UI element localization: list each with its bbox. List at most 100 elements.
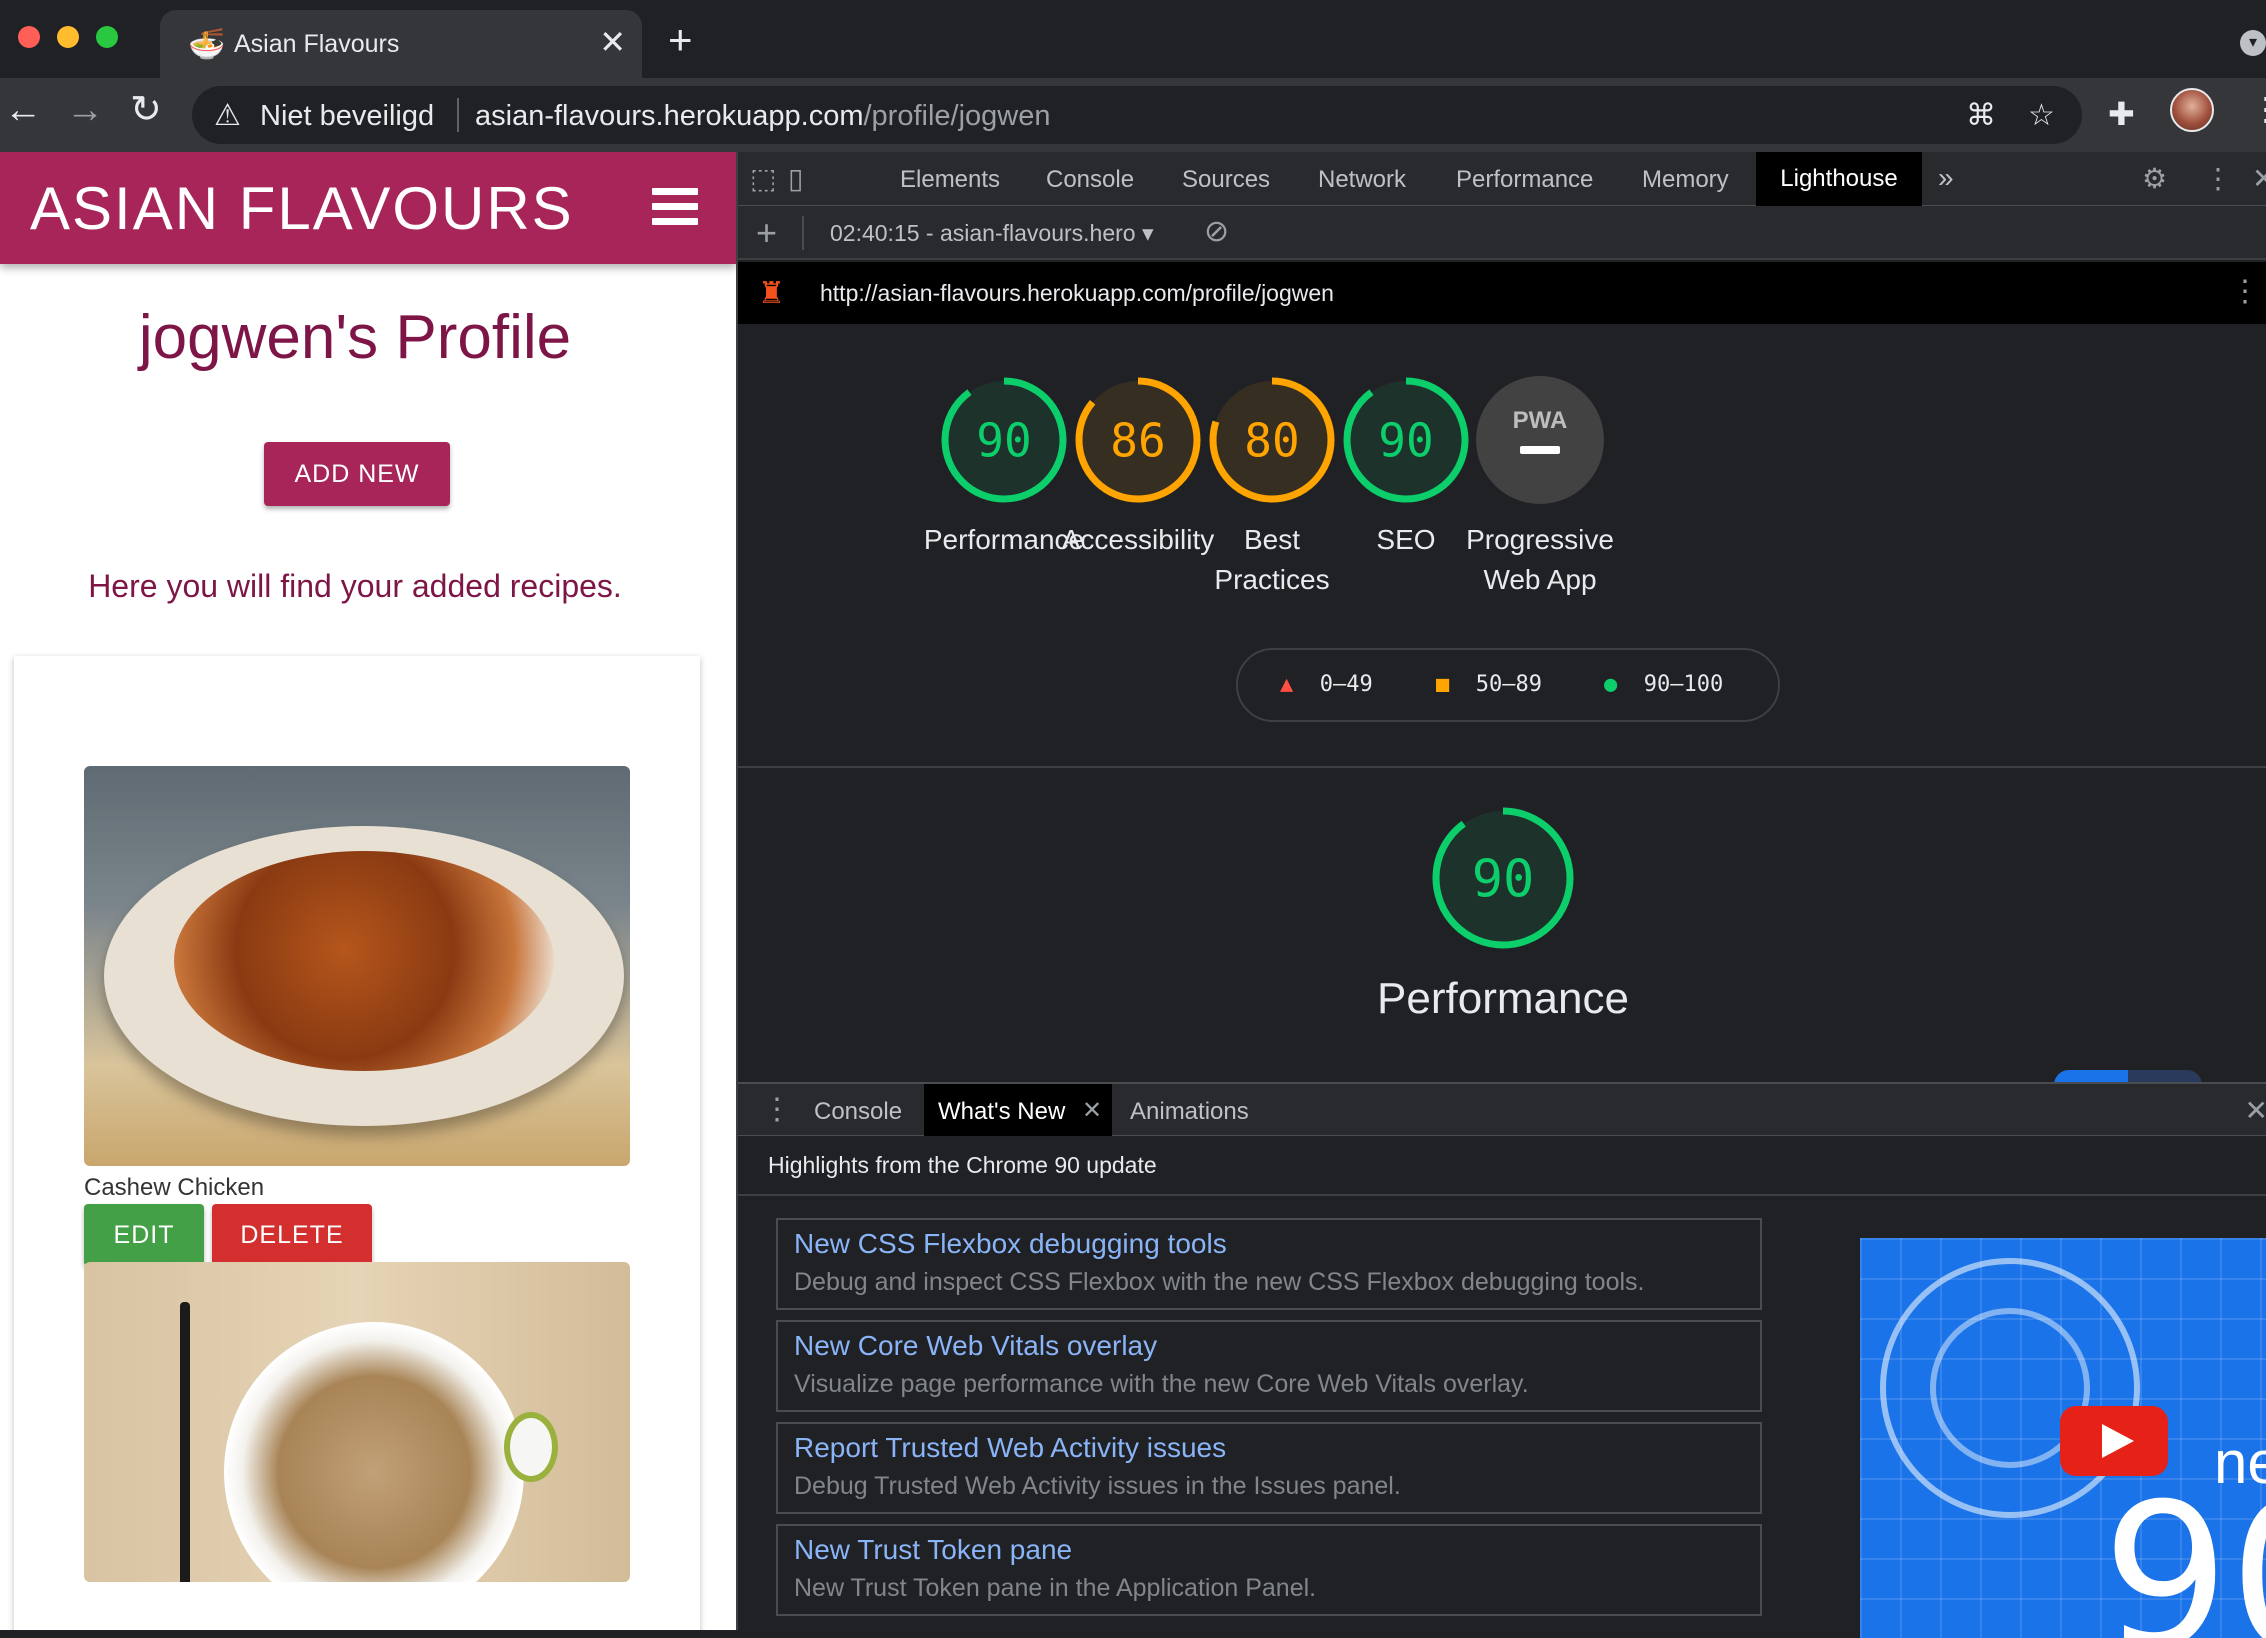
add-new-button[interactable]: ADD NEW bbox=[264, 442, 450, 506]
tab-strip: 🍜 Asian Flavours ✕ + ▾ bbox=[0, 0, 2266, 78]
news-title[interactable]: New Core Web Vitals overlay bbox=[794, 1330, 1157, 1362]
new-tab-button[interactable]: + bbox=[668, 19, 693, 61]
score-gauge[interactable]: PWA Progressive Web App bbox=[1445, 374, 1635, 600]
forward-icon[interactable]: → bbox=[66, 90, 104, 130]
news-item[interactable]: New Trust Token pane New Trust Token pan… bbox=[776, 1524, 1762, 1616]
divider bbox=[738, 766, 2266, 768]
edit-button[interactable]: EDIT bbox=[84, 1204, 204, 1266]
tab-search-icon[interactable]: ▾ bbox=[2240, 30, 2266, 56]
tab-console[interactable]: Console bbox=[1046, 166, 1134, 194]
section-title: Performance bbox=[1377, 974, 1629, 1023]
site-header: ASIAN FLAVOURS bbox=[0, 152, 736, 264]
tab-lighthouse[interactable]: Lighthouse bbox=[1756, 152, 1922, 206]
close-icon[interactable]: ✕ bbox=[1082, 1096, 1102, 1125]
extensions-icon[interactable]: ✚ bbox=[2108, 94, 2135, 134]
reload-icon[interactable]: ↻ bbox=[130, 90, 162, 130]
report-select[interactable]: 02:40:15 - asian-flavours.hero ▾ bbox=[830, 220, 1154, 247]
drawer-tab-console[interactable]: Console bbox=[814, 1098, 902, 1126]
video-version-number: 90 bbox=[2102, 1461, 2266, 1638]
browser-menu-icon[interactable]: ⋮ bbox=[2250, 90, 2266, 128]
devtools-drawer: ⋮ Console What's New ✕ Animations ✕ High… bbox=[738, 1082, 2266, 1638]
news-item[interactable]: New Core Web Vitals overlay Visualize pa… bbox=[776, 1320, 1762, 1412]
divider bbox=[457, 98, 459, 132]
highlights-heading: Highlights from the Chrome 90 update bbox=[768, 1152, 1157, 1178]
lighthouse-url[interactable]: http://asian-flavours.herokuapp.com/prof… bbox=[820, 280, 1334, 307]
gauge-label-line: Practices bbox=[1214, 564, 1330, 595]
news-description: Debug Trusted Web Activity issues in the… bbox=[794, 1472, 1401, 1500]
drawer-tabbar: ⋮ Console What's New ✕ Animations ✕ bbox=[738, 1084, 2266, 1136]
settings-gear-icon[interactable]: ⚙ bbox=[2142, 162, 2167, 195]
news-item[interactable]: Report Trusted Web Activity issues Debug… bbox=[776, 1422, 1762, 1514]
recipe-title: Cashew Chicken bbox=[84, 1174, 265, 1201]
score-gauge-large: 90 bbox=[1432, 807, 1574, 949]
devtools-panel: ⬚ ▯ Elements Console Sources Network Per… bbox=[736, 152, 2266, 1638]
delete-button[interactable]: DELETE bbox=[212, 1204, 372, 1266]
dash-icon bbox=[1520, 446, 1560, 454]
brand-logo[interactable]: ASIAN FLAVOURS bbox=[30, 174, 574, 243]
pwa-badge-text: PWA bbox=[1513, 407, 1568, 434]
new-report-icon[interactable]: + bbox=[756, 212, 777, 254]
gauge-score: 90 bbox=[1378, 414, 1433, 468]
triangle-icon: ▲ bbox=[1280, 672, 1294, 697]
security-status[interactable]: Niet beveiligd bbox=[260, 100, 434, 133]
close-drawer-icon[interactable]: ✕ bbox=[2245, 1094, 2266, 1127]
gauge-score: 90 bbox=[1472, 850, 1535, 910]
gauge-score: 86 bbox=[1110, 414, 1165, 468]
recipe-image[interactable] bbox=[84, 766, 630, 1166]
recipe-list: Cashew Chicken EDIT DELETE bbox=[14, 656, 700, 1630]
avatar[interactable] bbox=[2170, 88, 2214, 132]
warning-icon[interactable]: ⚠ bbox=[214, 98, 241, 133]
news-item[interactable]: New CSS Flexbox debugging tools Debug an… bbox=[776, 1218, 1762, 1310]
gauge-label-line: Web App bbox=[1483, 564, 1597, 595]
news-title[interactable]: Report Trusted Web Activity issues bbox=[794, 1432, 1226, 1464]
bookmark-star-icon[interactable]: ☆ bbox=[2028, 98, 2055, 133]
legend-fail: ▲ 0–49 bbox=[1280, 672, 1373, 697]
legend-average: ■ 50–89 bbox=[1436, 672, 1542, 697]
chrome-90-video[interactable]: ne 90 bbox=[1860, 1238, 2266, 1638]
maximize-window-button[interactable] bbox=[96, 26, 118, 48]
square-icon: ■ bbox=[1436, 672, 1450, 697]
view-toggle[interactable] bbox=[2054, 1070, 2202, 1082]
news-description: Visualize page performance with the new … bbox=[794, 1370, 1529, 1398]
url-text[interactable]: asian-flavours.herokuapp.com/profile/jog… bbox=[475, 100, 1050, 133]
report-menu-icon[interactable]: ⋮ bbox=[2230, 274, 2260, 309]
hamburger-menu-icon[interactable] bbox=[652, 188, 698, 233]
spoon-shape bbox=[504, 1412, 558, 1482]
news-title[interactable]: New CSS Flexbox debugging tools bbox=[794, 1228, 1227, 1260]
toggle-active-segment bbox=[2054, 1070, 2128, 1082]
inspect-element-icon[interactable]: ⬚ bbox=[750, 162, 776, 195]
more-tabs-icon[interactable]: » bbox=[1938, 162, 1954, 194]
pwa-badge-background bbox=[1476, 376, 1604, 504]
devtools-menu-icon[interactable]: ⋮ bbox=[2204, 162, 2232, 195]
back-icon[interactable]: ← bbox=[4, 90, 42, 130]
report-select-value: 02:40:15 - asian-flavours.hero bbox=[830, 220, 1136, 246]
device-toolbar-icon[interactable]: ▯ bbox=[788, 162, 803, 195]
tab-sources[interactable]: Sources bbox=[1182, 166, 1270, 194]
translate-icon[interactable]: ⌘ bbox=[1966, 98, 1996, 133]
drawer-menu-icon[interactable]: ⋮ bbox=[762, 1092, 792, 1127]
address-bar[interactable]: ⚠ Niet beveiligd asian-flavours.herokuap… bbox=[192, 86, 2082, 144]
recipe-image[interactable] bbox=[84, 1262, 630, 1582]
gauge-score: 80 bbox=[1244, 414, 1299, 468]
tab-performance[interactable]: Performance bbox=[1456, 166, 1593, 194]
minimize-window-button[interactable] bbox=[57, 26, 79, 48]
tab-memory[interactable]: Memory bbox=[1642, 166, 1729, 194]
lighthouse-toolbar: + 02:40:15 - asian-flavours.hero ▾ ⊘ bbox=[738, 206, 2266, 260]
close-tab-icon[interactable]: ✕ bbox=[599, 24, 626, 60]
tab-network[interactable]: Network bbox=[1318, 166, 1406, 194]
legend-pass: ● 90–100 bbox=[1604, 672, 1723, 697]
intro-text: Here you will find your added recipes. bbox=[88, 568, 622, 604]
close-devtools-icon[interactable]: ✕ bbox=[2252, 162, 2266, 195]
chopsticks-shape bbox=[180, 1302, 190, 1582]
browser-tab[interactable]: 🍜 Asian Flavours ✕ bbox=[160, 10, 642, 78]
url-host: asian-flavours.herokuapp.com bbox=[475, 100, 864, 132]
tab-title: Asian Flavours bbox=[234, 30, 400, 58]
news-title[interactable]: New Trust Token pane bbox=[794, 1534, 1072, 1566]
score-legend: ▲ 0–49 ■ 50–89 ● 90–100 bbox=[1236, 648, 1780, 722]
drawer-tab-whats-new[interactable]: What's New ✕ bbox=[924, 1084, 1112, 1136]
clear-reports-icon[interactable]: ⊘ bbox=[1204, 214, 1229, 249]
drawer-tab-animations[interactable]: Animations bbox=[1130, 1098, 1249, 1126]
tab-elements[interactable]: Elements bbox=[900, 166, 1000, 194]
gauge-label: Progressive Web App bbox=[1445, 520, 1635, 600]
close-window-button[interactable] bbox=[18, 26, 40, 48]
